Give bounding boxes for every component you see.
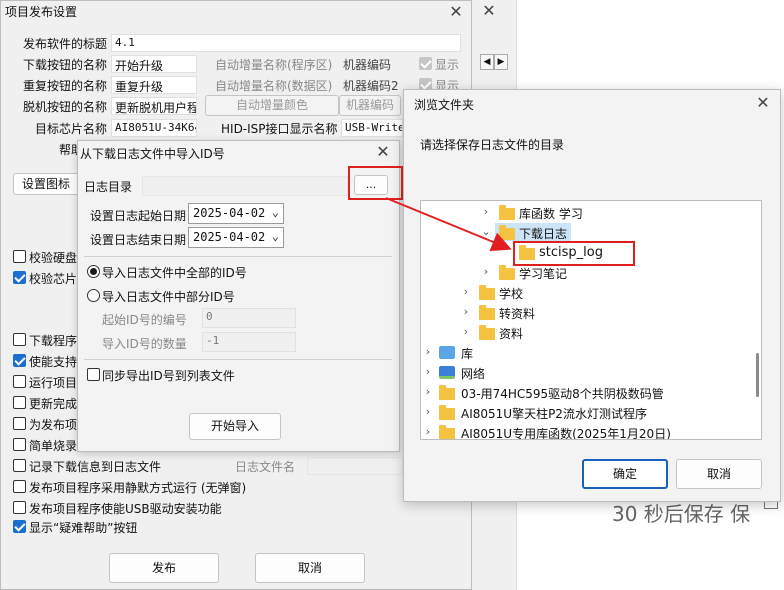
- annotation-arrow: [385, 197, 512, 252]
